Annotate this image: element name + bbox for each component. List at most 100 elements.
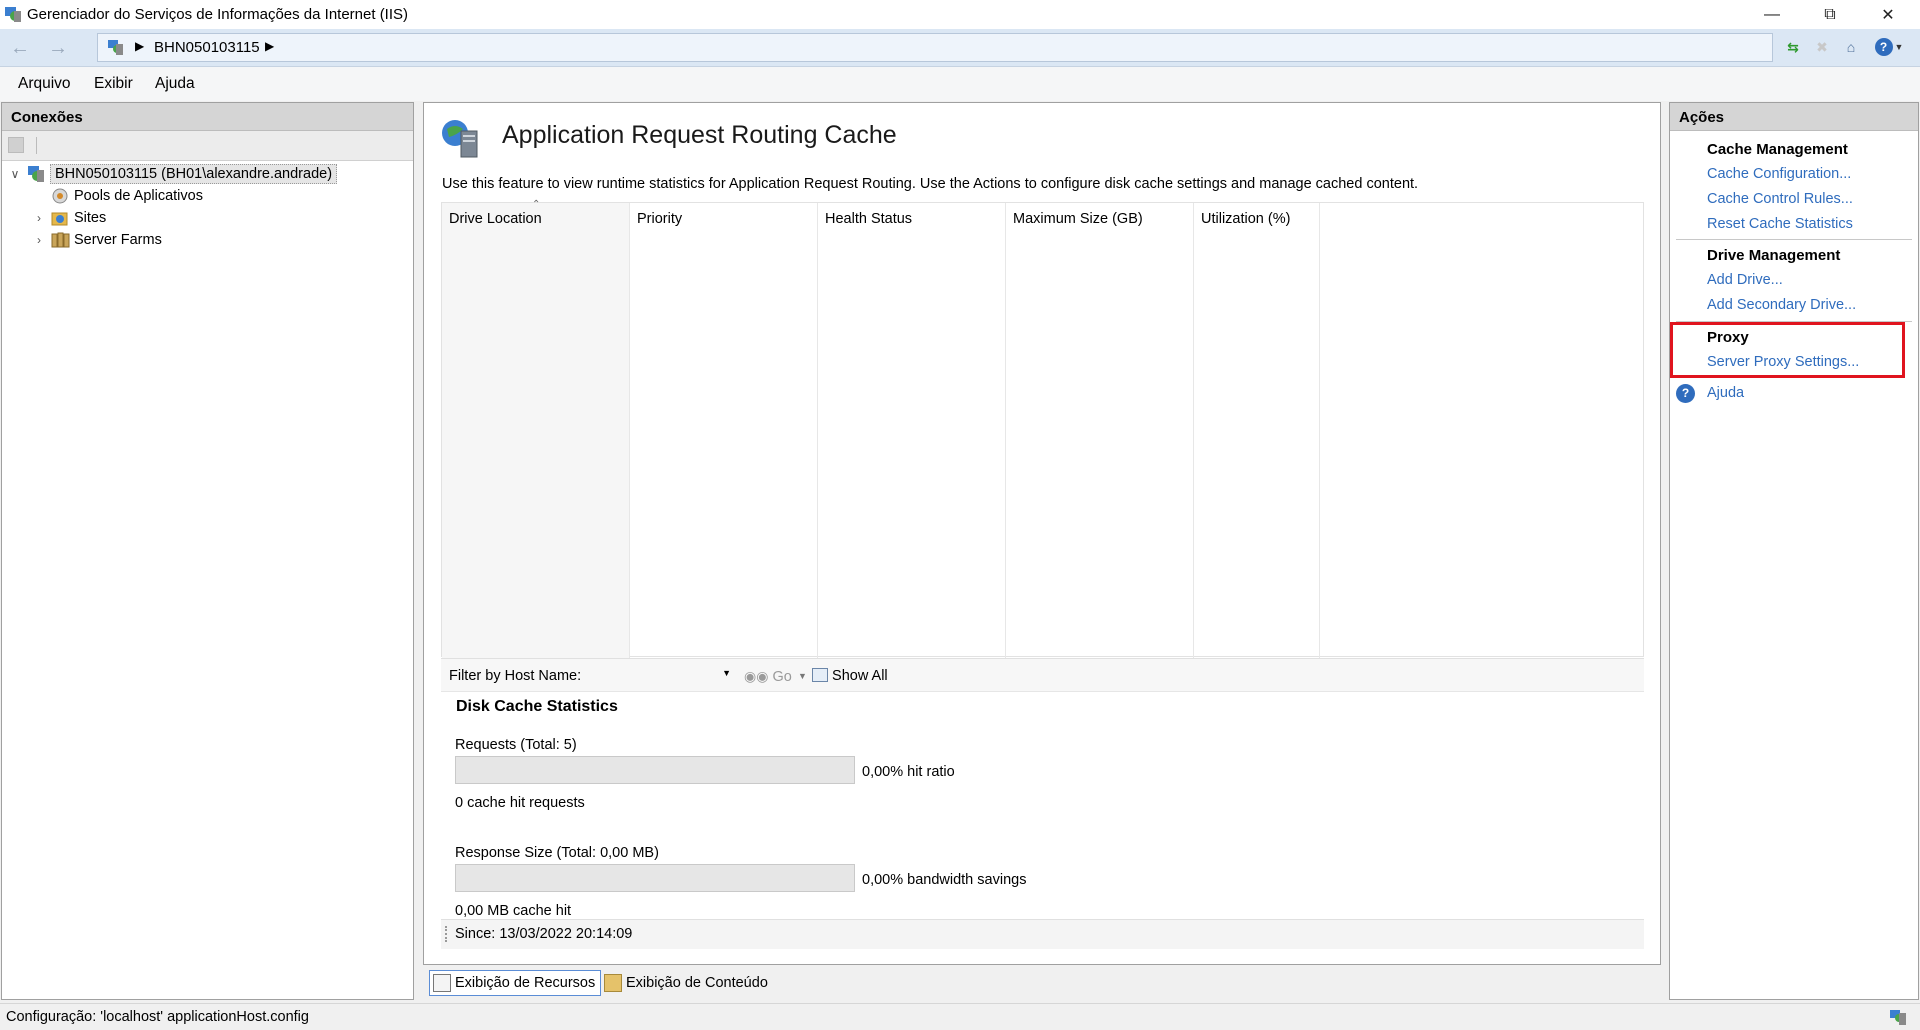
help-icon[interactable]: ? (1676, 384, 1695, 403)
server-icon (108, 40, 123, 55)
minimize-button[interactable]: — (1743, 0, 1801, 29)
bandwidth-savings-text: 0,00% bandwidth savings (862, 872, 1027, 888)
column-header-maximum-size[interactable]: Maximum Size (GB) (1006, 203, 1193, 233)
tab-content-view-label: Exibição de Conteúdo (626, 975, 768, 991)
window-title: Gerenciador do Serviços de Informações d… (27, 6, 409, 23)
connections-tree: ∨ BHN050103115 (BH01\alexandre.andrade) … (8, 163, 408, 251)
column-header-health-status[interactable]: Health Status (818, 203, 1005, 233)
tree-item-server[interactable]: ∨ BHN050103115 (BH01\alexandre.andrade) (8, 163, 408, 185)
page-description: Use this feature to view runtime statist… (442, 176, 1419, 192)
column-header-utilization[interactable]: Utilization (%) (1194, 203, 1319, 233)
tree-label-server[interactable]: BHN050103115 (BH01\alexandre.andrade) (50, 164, 338, 184)
actions-header: Ações (1670, 103, 1918, 131)
show-all-button[interactable]: Show All (812, 668, 888, 684)
column-label: Drive Location (449, 211, 542, 227)
tree-item-sites[interactable]: › Sites (8, 207, 408, 229)
breadcrumb-separator-icon[interactable]: ▶ (135, 39, 144, 53)
stats-heading: Disk Cache Statistics (456, 698, 618, 715)
chevron-down-icon[interactable]: ▼ (722, 668, 731, 678)
breadcrumb[interactable]: BHN050103115 (154, 39, 260, 56)
column-header-priority[interactable]: Priority (630, 203, 817, 233)
tree-label-sites[interactable]: Sites (74, 210, 106, 226)
server-farm-icon (51, 232, 70, 248)
tree-label-server-farms[interactable]: Server Farms (74, 232, 162, 248)
show-all-icon (812, 668, 828, 682)
page-title: Application Request Routing Cache (502, 121, 897, 149)
iis-manager-icon (5, 7, 21, 22)
server-status-icon (1890, 1010, 1906, 1025)
action-reset-cache-statistics[interactable]: Reset Cache Statistics (1707, 216, 1853, 232)
highlight-box (1670, 322, 1905, 378)
response-size-label: Response Size (Total: 0,00 MB) (455, 845, 659, 861)
connect-icon[interactable] (8, 137, 24, 153)
restore-button[interactable]: ⧉ (1801, 0, 1859, 29)
group-drive-management: Drive Management (1707, 247, 1841, 264)
sorted-column-bg (442, 203, 629, 658)
requests-hit-ratio-bar (455, 756, 855, 784)
action-cache-configuration[interactable]: Cache Configuration... (1707, 166, 1851, 182)
connections-panel: Conexões ∨ BHN050103115 (BH01\alexandre.… (1, 102, 414, 1000)
menu-exibir[interactable]: Exibir (94, 75, 133, 93)
status-text: Configuração: 'localhost' applicationHos… (6, 1009, 309, 1025)
status-bar: Configuração: 'localhost' applicationHos… (0, 1003, 1920, 1030)
column-divider (1319, 203, 1320, 658)
breadcrumb-dropdown-icon[interactable]: ▶ (265, 39, 274, 53)
show-all-label: Show All (832, 668, 888, 684)
menu-ajuda[interactable]: Ajuda (155, 75, 195, 93)
app-pool-icon (52, 188, 68, 204)
action-help[interactable]: Ajuda (1707, 385, 1744, 401)
server-icon (28, 166, 44, 182)
tree-item-app-pools[interactable]: Pools de Aplicativos (8, 185, 408, 207)
help-icon[interactable]: ? ▼ (1874, 36, 1904, 58)
actions-divider (1676, 239, 1912, 240)
collapse-icon[interactable]: ∨ (8, 167, 22, 181)
expand-icon[interactable]: › (32, 211, 46, 225)
column-divider (817, 203, 818, 658)
close-button[interactable]: ✕ (1859, 0, 1917, 29)
content-view-icon (604, 974, 622, 992)
connections-header: Conexões (2, 103, 413, 131)
home-icon[interactable]: ⌂ (1840, 36, 1862, 58)
requests-label: Requests (Total: 5) (455, 737, 577, 753)
address-box[interactable]: ▶ BHN050103115 ▶ (97, 33, 1773, 62)
expand-icon[interactable]: › (32, 233, 46, 247)
menu-arquivo[interactable]: Arquivo (18, 75, 71, 93)
features-view-icon (433, 974, 451, 992)
grip-icon (445, 926, 447, 942)
connections-toolbar (2, 131, 413, 161)
column-divider (1193, 203, 1194, 658)
sites-folder-icon (51, 212, 68, 226)
tab-features-view[interactable]: Exibição de Recursos (429, 970, 602, 996)
binoculars-icon: ◉◉ (744, 668, 769, 684)
menu-bar: Arquivo Exibir Ajuda (0, 67, 1920, 101)
forward-arrow-icon[interactable]: → (43, 33, 73, 63)
actions-panel: Ações Cache Management Cache Configurati… (1669, 102, 1919, 1000)
go-button[interactable]: ◉◉ Go (744, 668, 792, 685)
go-dropdown-icon[interactable]: ▼ (798, 671, 807, 681)
disk-cache-statistics: Disk Cache Statistics Requests (Total: 5… (441, 693, 1644, 936)
action-cache-control-rules[interactable]: Cache Control Rules... (1707, 191, 1853, 207)
group-cache-management: Cache Management (1707, 141, 1848, 158)
tab-content-view[interactable]: Exibição de Conteúdo (601, 970, 773, 996)
since-timestamp: Since: 13/03/2022 20:14:09 (455, 926, 633, 942)
column-divider (629, 203, 630, 658)
filter-label: Filter by Host Name: (449, 668, 582, 684)
arr-cache-icon (442, 120, 478, 158)
sort-ascending-icon: ⌃ (532, 199, 541, 210)
cache-drives-table[interactable]: Drive Location ⌃ Priority Health Status … (441, 199, 1644, 658)
filter-bar: Filter by Host Name: ▼ ◉◉ Go ▼ Show All (441, 658, 1644, 692)
stop-icon[interactable]: ✖ (1811, 36, 1833, 58)
action-add-secondary-drive[interactable]: Add Secondary Drive... (1707, 297, 1856, 313)
tree-item-server-farms[interactable]: › Server Farms (8, 229, 408, 251)
feature-page: Application Request Routing Cache Use th… (423, 102, 1661, 965)
address-bar: ← → ▶ BHN050103115 ▶ ⇆ ✖ ⌂ ? ▼ (0, 29, 1920, 67)
back-arrow-icon[interactable]: ← (5, 33, 35, 63)
tree-label-app-pools[interactable]: Pools de Aplicativos (74, 188, 203, 204)
bandwidth-savings-bar (455, 864, 855, 892)
column-header-drive-location[interactable]: Drive Location ⌃ (442, 199, 629, 233)
refresh-icon[interactable]: ⇆ (1782, 36, 1804, 58)
requests-hit-ratio-text: 0,00% hit ratio (862, 764, 955, 780)
since-bar: Since: 13/03/2022 20:14:09 (441, 919, 1644, 949)
action-add-drive[interactable]: Add Drive... (1707, 272, 1783, 288)
host-name-filter-input[interactable]: ▼ (587, 664, 733, 688)
